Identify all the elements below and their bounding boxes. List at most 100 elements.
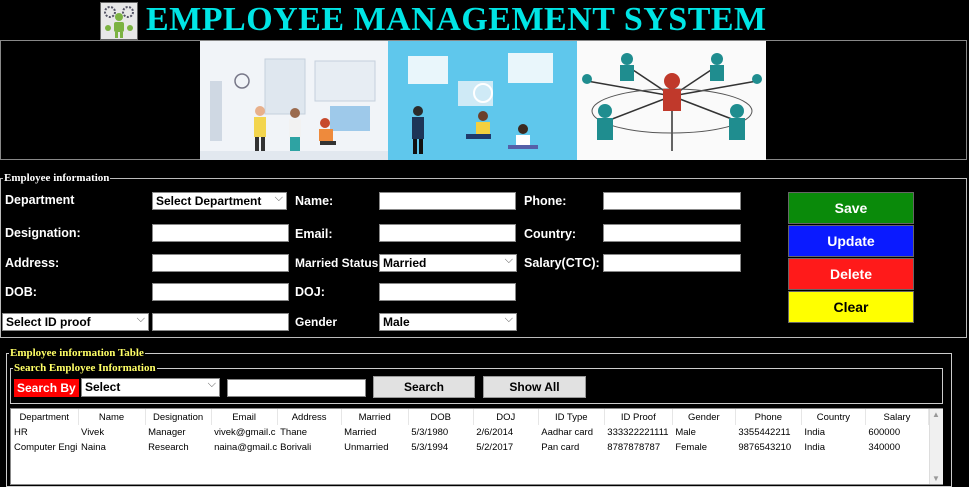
search-field-select[interactable]: Select ⌵	[81, 378, 220, 397]
id-proof-number-input[interactable]	[152, 313, 289, 331]
table-cell: Research	[148, 442, 189, 453]
department-select-value: Select Department	[156, 194, 262, 208]
employee-table-legend: Employee information Table	[10, 347, 144, 359]
employee-table[interactable]: Department Name Designation Email Address Mar…	[10, 408, 943, 485]
married-status-label: Married Status	[295, 256, 379, 270]
column-header[interactable]: Gender	[672, 409, 736, 425]
delete-button[interactable]: Delete	[788, 258, 914, 290]
designation-input[interactable]	[152, 224, 289, 242]
salary-input[interactable]	[603, 254, 741, 272]
column-header[interactable]: Phone	[735, 409, 802, 425]
column-header[interactable]: DOB	[408, 409, 474, 425]
chevron-down-icon: ⌵	[207, 378, 216, 390]
name-input[interactable]	[379, 192, 516, 210]
search-field-select-value: Select	[85, 380, 121, 394]
salary-label: Salary(CTC):	[524, 256, 600, 270]
table-cell: vivek@gmail.c	[214, 427, 276, 438]
table-cell: Manager	[148, 427, 186, 438]
scroll-up-icon[interactable]: ▲	[932, 410, 940, 419]
column-header[interactable]: Name	[78, 409, 146, 425]
employee-table-grid: Department Name Designation Email Address Mar…	[11, 409, 930, 455]
table-cell: 333322221111	[607, 427, 669, 438]
dob-label: DOB:	[5, 285, 37, 299]
doj-label: DOJ:	[295, 285, 325, 299]
table-cell: Married	[344, 427, 377, 438]
column-header[interactable]: Married	[341, 409, 409, 425]
column-header[interactable]: Email	[211, 409, 278, 425]
office-team-illustration	[200, 41, 388, 160]
column-header[interactable]: Address	[277, 409, 342, 425]
team-gear-icon	[100, 2, 138, 40]
search-button[interactable]: Search	[373, 376, 475, 398]
gender-label: Gender	[295, 315, 338, 329]
save-button[interactable]: Save	[788, 192, 914, 224]
table-cell: naina@gmail.c	[214, 442, 278, 453]
table-cell: Female	[675, 442, 707, 453]
column-header[interactable]: ID Type	[538, 409, 605, 425]
table-scrollbar[interactable]: ▲ ▼	[929, 409, 943, 484]
scroll-down-icon[interactable]: ▼	[932, 474, 940, 483]
department-select[interactable]: Select Department ⌵	[152, 192, 287, 210]
table-cell: Naina	[81, 442, 106, 453]
address-label: Address:	[5, 256, 60, 270]
phone-label: Phone:	[524, 194, 567, 208]
search-by-label: Search By	[14, 379, 79, 397]
dob-input[interactable]	[152, 283, 289, 301]
table-cell: Borivali	[280, 442, 312, 453]
table-cell: 5/3/1994	[411, 442, 449, 453]
married-status-select-value: Married	[383, 256, 427, 270]
country-label: Country:	[524, 227, 577, 241]
email-label: Email:	[295, 227, 333, 241]
network-people-illustration	[577, 41, 766, 160]
show-all-button[interactable]: Show All	[483, 376, 586, 398]
column-header[interactable]: Department	[11, 409, 79, 425]
table-cell: Vivek	[81, 427, 105, 438]
table-cell: 2/6/2014	[476, 427, 514, 438]
name-label: Name:	[295, 194, 334, 208]
table-cell: Unmarried	[344, 442, 389, 453]
id-proof-select-value: Select ID proof	[6, 315, 91, 329]
update-button[interactable]: Update	[788, 225, 914, 257]
employee-info-legend: Employee information	[4, 172, 110, 184]
married-status-select[interactable]: Married ⌵	[379, 254, 517, 272]
table-cell: 600000	[868, 427, 901, 438]
table-cell: 8787878787	[607, 442, 661, 453]
column-header[interactable]: Salary	[865, 409, 930, 425]
clear-button[interactable]: Clear	[788, 291, 914, 323]
table-cell: India	[804, 427, 825, 438]
table-cell: HR	[14, 427, 28, 438]
column-header[interactable]: DOJ	[473, 409, 539, 425]
doj-input[interactable]	[379, 283, 516, 301]
address-input[interactable]	[152, 254, 289, 272]
table-cell: Male	[675, 427, 696, 438]
table-cell: Pan card	[541, 442, 580, 453]
designation-label: Designation:	[5, 226, 81, 240]
table-cell: 340000	[868, 442, 901, 453]
department-label: Department	[5, 193, 75, 207]
chevron-down-icon: ⌵	[136, 313, 145, 325]
table-header-row: Department Name Designation Email Address Mar…	[11, 409, 930, 425]
gender-select[interactable]: Male ⌵	[379, 313, 517, 331]
table-cell: Computer Engi	[14, 442, 78, 453]
chevron-down-icon: ⌵	[504, 254, 513, 266]
gender-select-value: Male	[383, 315, 410, 329]
phone-input[interactable]	[603, 192, 741, 210]
search-legend: Search Employee Information	[14, 362, 156, 374]
column-header[interactable]: Country	[801, 409, 866, 425]
chevron-down-icon: ⌵	[504, 313, 513, 325]
app-title: EMPLOYEE MANAGEMENT SYSTEM	[146, 1, 767, 38]
table-cell: India	[804, 442, 825, 453]
table-cell: 9876543210	[738, 442, 792, 453]
id-proof-select[interactable]: Select ID proof ⌵	[2, 313, 149, 331]
column-header[interactable]: ID Proof	[604, 409, 673, 425]
chevron-down-icon: ⌵	[274, 192, 283, 204]
table-cell: 5/3/1980	[411, 427, 449, 438]
table-row[interactable]: HR Vivek Manager vivek@gmail.c Thane Married 5…	[11, 425, 929, 440]
table-row[interactable]: Computer Engi Naina Research naina@gmail.c B…	[11, 440, 929, 455]
email-input[interactable]	[379, 224, 516, 242]
column-header[interactable]: Designation	[145, 409, 212, 425]
table-cell: Aadhar card	[541, 427, 594, 438]
search-input[interactable]	[227, 379, 366, 397]
table-cell: 5/2/2017	[476, 442, 514, 453]
country-input[interactable]	[603, 224, 741, 242]
